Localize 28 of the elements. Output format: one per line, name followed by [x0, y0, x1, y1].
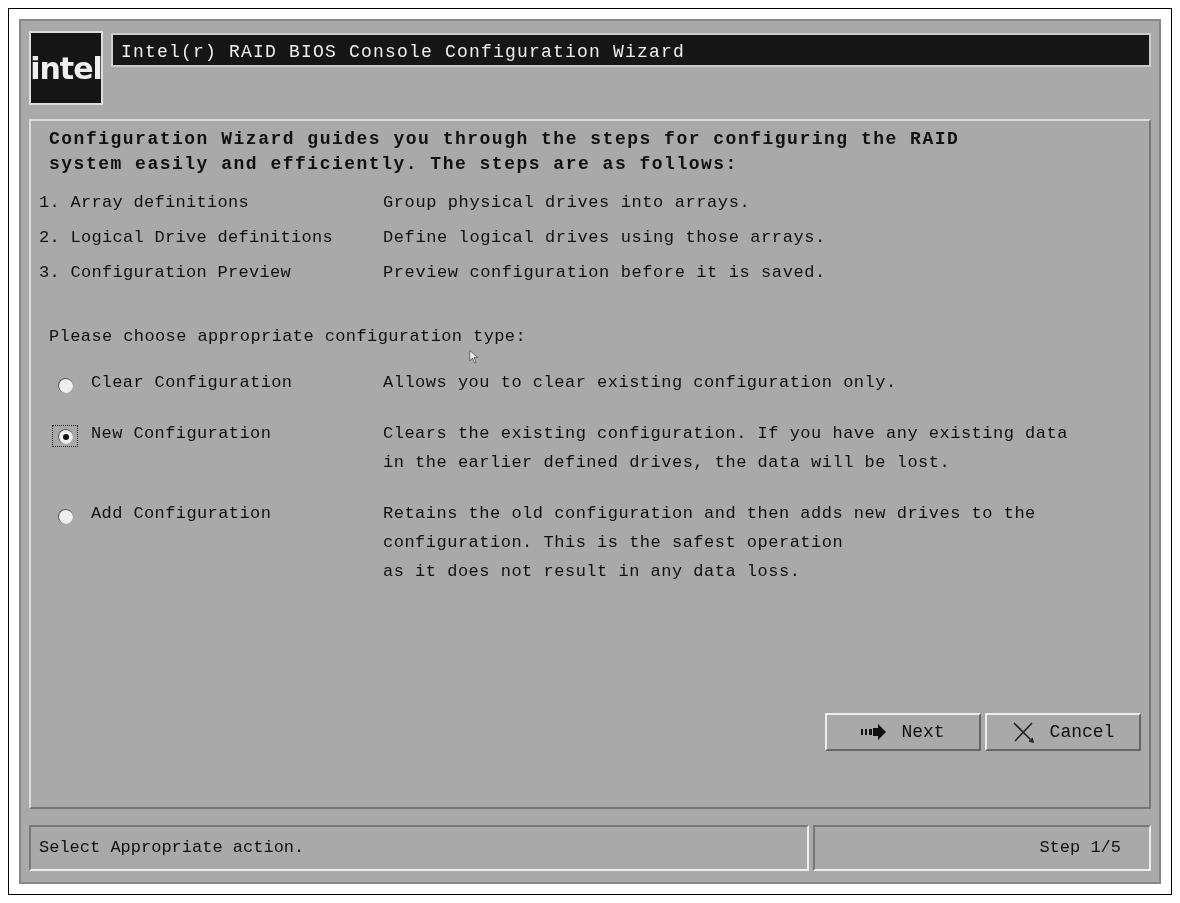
cancel-button[interactable]: Cancel: [985, 713, 1141, 751]
status-message: Select Appropriate action.: [29, 825, 809, 871]
option-description: Allows you to clear existing configuration only.: [383, 372, 897, 394]
arrow-icon: [861, 724, 888, 740]
option-description: Retains the old configuration and then adds new drives to the: [383, 503, 1036, 525]
option-label[interactable]: New Configuration: [91, 419, 383, 448]
step-name: 3. Configuration Preview: [39, 263, 293, 282]
intro-text: Configuration Wizard guides you through the steps for configuring the RAID: [49, 128, 961, 151]
radio-button[interactable]: [52, 425, 78, 447]
mouse-cursor-icon: [469, 350, 479, 364]
cross-icon: [1011, 721, 1036, 743]
status-step: Step 1/5: [813, 825, 1151, 871]
option-description: in the earlier defined drives, the data will be lost.: [383, 452, 952, 474]
prompt-text: Please choose appropriate configuration type:: [49, 326, 527, 348]
step-description: Define logical drives using those arrays.: [383, 228, 826, 247]
logo: intel: [29, 31, 103, 105]
option-description: as it does not result in any data loss.: [383, 561, 802, 583]
option-description: configuration. This is the safest operation: [383, 532, 845, 554]
option-label[interactable]: Clear Configuration: [91, 368, 383, 397]
next-button[interactable]: Next: [825, 713, 981, 751]
option-label[interactable]: Add Configuration: [91, 499, 383, 528]
step-name: 1. Array definitions: [39, 193, 251, 212]
step-description: Preview configuration before it is saved.: [383, 263, 826, 282]
window-title: Intel(r) RAID BIOS Console Configuration Wizard: [111, 33, 1151, 67]
intro-text: system easily and efficiently. The steps are as follows:: [49, 153, 739, 176]
option-description: Clears the existing configuration. If you have any existing data: [383, 423, 1068, 445]
step-description: Group physical drives into arrays.: [383, 193, 751, 212]
step-name: 2. Logical Drive definitions: [39, 228, 335, 247]
